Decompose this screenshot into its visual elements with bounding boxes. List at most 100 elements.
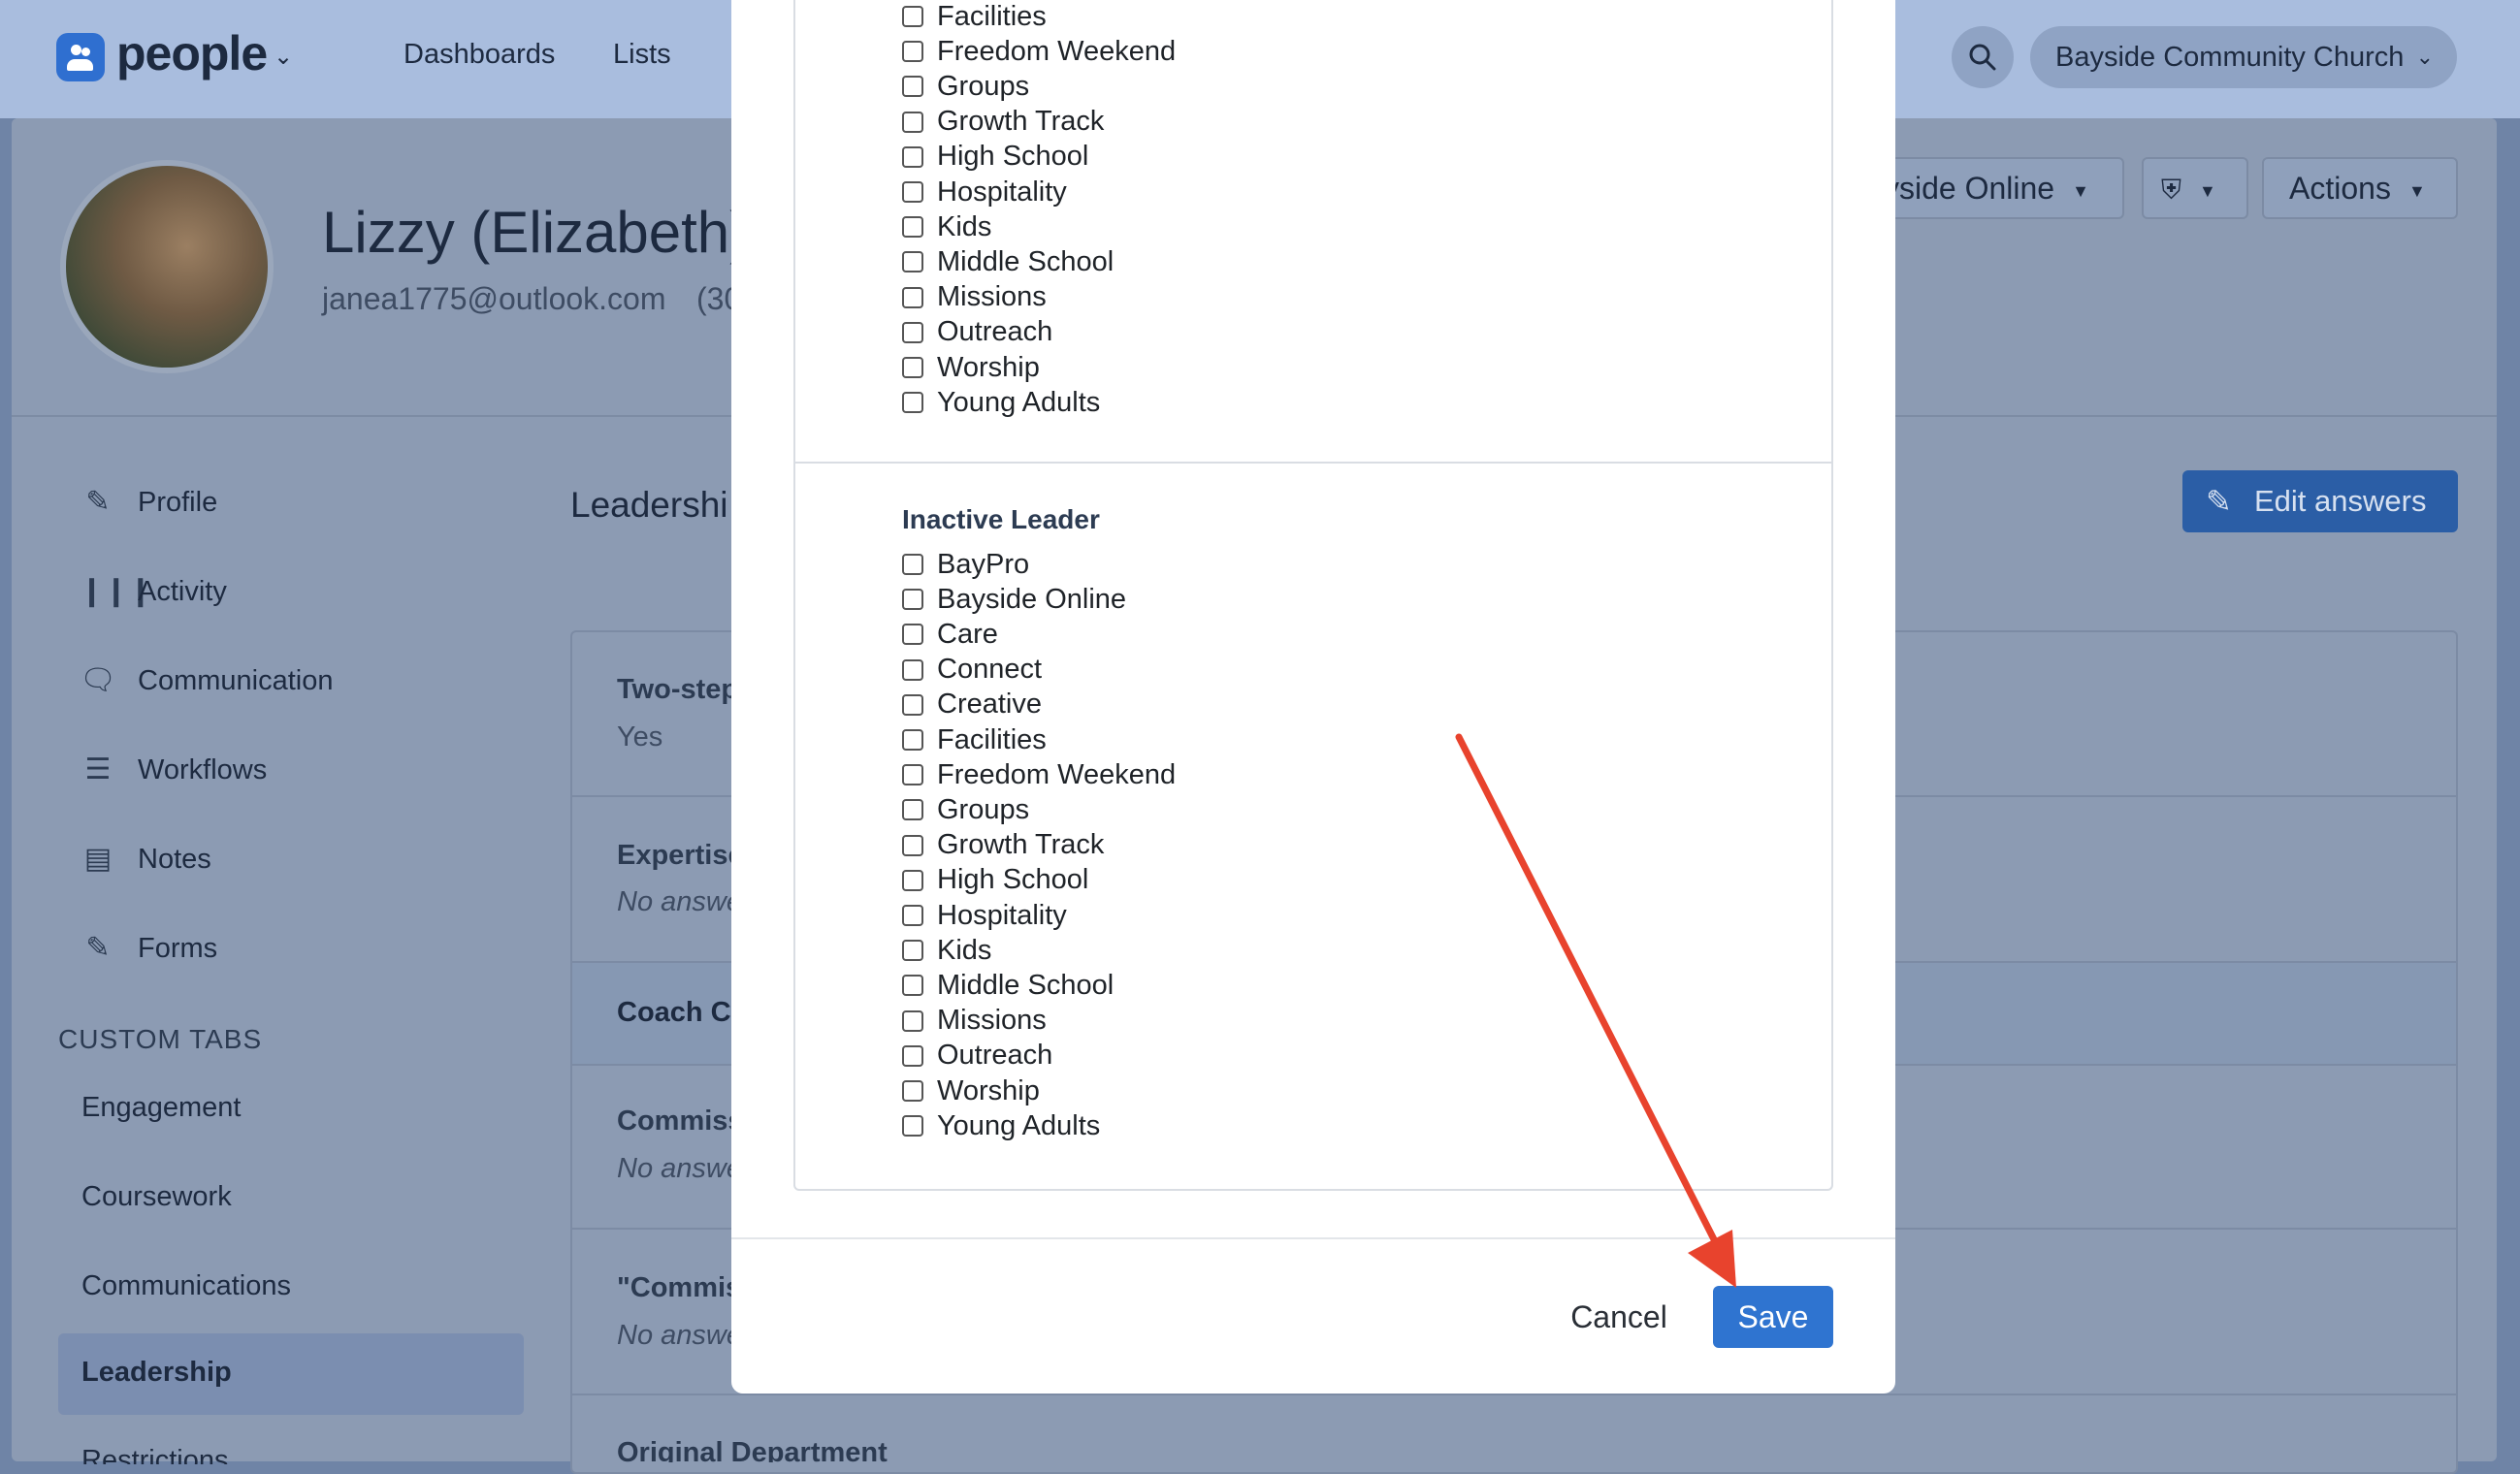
leader-group-option[interactable]: Hospitality	[902, 176, 1067, 208]
checkbox[interactable]	[902, 1115, 923, 1138]
sidebar-item-restrictions[interactable]: Restrictions	[81, 1445, 229, 1464]
checkbox-label: Kids	[937, 210, 992, 242]
checkbox[interactable]	[902, 554, 923, 575]
question-value: Yes	[617, 721, 663, 753]
question-value: No answe	[617, 1153, 742, 1184]
checkbox[interactable]	[902, 286, 923, 308]
checkbox[interactable]	[902, 764, 923, 786]
actions-dropdown[interactable]: Actions ▼	[2262, 157, 2458, 219]
inactive-leader-group-option[interactable]: Middle School	[902, 969, 1114, 1002]
leader-group-option[interactable]: Growth Track	[902, 106, 1104, 139]
sidebar-item-label: Leadership	[81, 1357, 232, 1388]
inactive-leader-group-option[interactable]: High School	[902, 864, 1088, 897]
checkbox[interactable]	[902, 869, 923, 891]
note-icon: ▤	[83, 843, 113, 875]
inactive-leader-group-option[interactable]: Hospitality	[902, 899, 1067, 932]
inactive-leader-group-option[interactable]: Groups	[902, 793, 1029, 826]
checkbox[interactable]	[902, 251, 923, 273]
inactive-leader-group-option[interactable]: Freedom Weekend	[902, 758, 1176, 791]
inactive-leader-group-option[interactable]: Care	[902, 618, 998, 651]
inactive-leader-group-option[interactable]: Worship	[902, 1074, 1040, 1107]
leader-group-option[interactable]: Young Adults	[902, 386, 1100, 419]
checkbox-label: Groups	[937, 793, 1030, 825]
checkbox[interactable]	[902, 693, 923, 716]
checkbox[interactable]	[902, 940, 923, 962]
caret-down-icon: ▼	[2072, 180, 2089, 201]
sidebar-item-communication[interactable]: 🗨 Communication	[80, 663, 333, 697]
inactive-leader-group-option[interactable]: Facilities	[902, 723, 1047, 756]
checkbox-label: Kids	[937, 934, 992, 966]
chevron-down-icon[interactable]: ⌄	[274, 43, 293, 71]
sidebar-item-leadership[interactable]: Leadership	[58, 1333, 524, 1415]
checkbox[interactable]	[902, 392, 923, 414]
inactive-leader-group-option[interactable]: Kids	[902, 934, 991, 967]
checkbox[interactable]	[902, 799, 923, 821]
checkbox[interactable]	[902, 975, 923, 997]
inactive-leader-group-option[interactable]: Young Adults	[902, 1109, 1100, 1142]
checkbox[interactable]	[902, 1044, 923, 1067]
edit-answers-button[interactable]: ✎ Edit answers	[2182, 470, 2458, 532]
permissions-dropdown[interactable]: ⛨ ▼	[2142, 157, 2248, 219]
leader-group-option[interactable]: Kids	[902, 210, 991, 243]
leader-group-option[interactable]: Outreach	[902, 316, 1052, 349]
chevron-down-icon: ⌄	[2415, 45, 2434, 69]
checkbox[interactable]	[902, 76, 923, 98]
app-brand[interactable]: people	[116, 25, 268, 81]
inactive-leader-group-option[interactable]: Connect	[902, 654, 1042, 687]
inactive-leader-group-option[interactable]: Growth Track	[902, 829, 1104, 862]
checkbox[interactable]	[902, 41, 923, 63]
actions-label: Actions	[2289, 171, 2391, 206]
checkbox[interactable]	[902, 145, 923, 168]
inactive-leader-group-option[interactable]: Missions	[902, 1005, 1047, 1038]
leader-group-option[interactable]: Worship	[902, 351, 1040, 384]
save-button[interactable]: Save	[1713, 1286, 1833, 1348]
cancel-button[interactable]: Cancel	[1567, 1286, 1670, 1348]
search-button[interactable]	[1952, 26, 2014, 88]
checkbox[interactable]	[902, 729, 923, 751]
sidebar-item-engagement[interactable]: Engagement	[81, 1092, 241, 1124]
leader-group-option[interactable]: Freedom Weekend	[902, 35, 1176, 68]
nav-lists[interactable]: Lists	[613, 39, 671, 71]
sidebar-item-profile[interactable]: ✎ Profile	[80, 485, 217, 519]
campus-label: yside Online	[1884, 171, 2055, 206]
checkbox[interactable]	[902, 624, 923, 646]
chat-bubble-icon: 🗨	[80, 664, 117, 696]
checkbox[interactable]	[902, 216, 923, 239]
checkbox[interactable]	[902, 589, 923, 611]
custom-tabs-heading: CUSTOM TABS	[58, 1024, 263, 1054]
section-title: Leadershi	[570, 485, 728, 525]
checkbox[interactable]	[902, 6, 923, 27]
pencil-icon: ✎	[85, 486, 111, 518]
checkbox[interactable]	[902, 181, 923, 203]
sidebar-item-activity[interactable]: ❙❙❙Activity	[80, 574, 227, 608]
checkbox[interactable]	[902, 321, 923, 343]
inactive-leader-group-option[interactable]: Bayside Online	[902, 583, 1126, 616]
sidebar-item-communications[interactable]: Communications	[81, 1270, 291, 1302]
organization-switcher[interactable]: Bayside Community Church ⌄	[2030, 26, 2457, 88]
sidebar-item-forms[interactable]: ✎ Forms	[80, 931, 217, 965]
checkbox[interactable]	[902, 1009, 923, 1032]
leader-group-option[interactable]: Missions	[902, 281, 1047, 314]
checkbox[interactable]	[902, 905, 923, 926]
nav-dashboards[interactable]: Dashboards	[404, 39, 555, 71]
sidebar-item-workflows[interactable]: ☰ Workflows	[80, 753, 268, 786]
inactive-leader-group-option[interactable]: BayPro	[902, 548, 1029, 581]
sidebar-item-notes[interactable]: ▤ Notes	[80, 842, 211, 876]
person-email[interactable]: janea1775@outlook.com	[322, 281, 666, 317]
checkbox[interactable]	[902, 111, 923, 133]
checkbox-label: Outreach	[937, 316, 1053, 348]
sidebar-item-coursework[interactable]: Coursework	[81, 1181, 232, 1213]
checkbox[interactable]	[902, 658, 923, 681]
inactive-leader-group-option[interactable]: Outreach	[902, 1040, 1052, 1073]
checkbox[interactable]	[902, 1080, 923, 1102]
leader-group-option[interactable]: Groups	[902, 70, 1029, 103]
leader-group-option[interactable]: Facilities	[902, 0, 1047, 33]
checkbox[interactable]	[902, 357, 923, 378]
avatar[interactable]	[60, 160, 274, 373]
leader-group-option[interactable]: High School	[902, 141, 1088, 174]
checkbox-label: Middle School	[937, 969, 1115, 1001]
inactive-leader-group-option[interactable]: Creative	[902, 689, 1042, 721]
leader-group-option[interactable]: Middle School	[902, 245, 1114, 278]
people-logo-icon[interactable]	[56, 33, 105, 81]
checkbox[interactable]	[902, 834, 923, 856]
